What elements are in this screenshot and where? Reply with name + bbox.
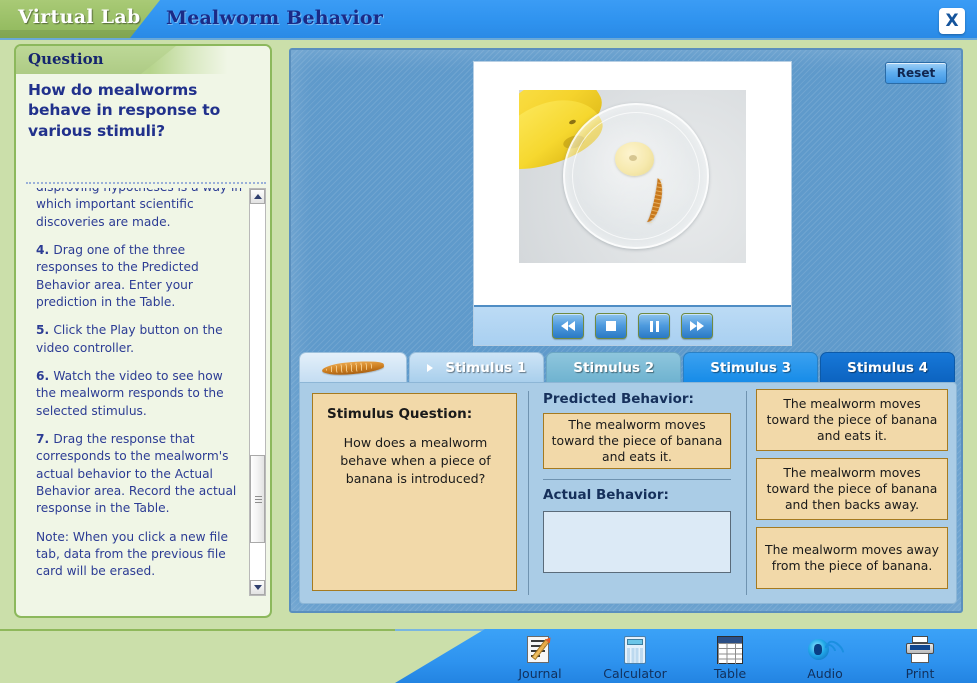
tab-stimulus-1-label: Stimulus 1	[445, 359, 527, 376]
rewind-icon	[561, 321, 575, 331]
response-choice[interactable]: The mealworm moves toward the piece of b…	[756, 458, 948, 520]
instructions-scrollbar[interactable]	[249, 188, 266, 596]
close-icon: X	[945, 10, 959, 31]
table-icon	[717, 635, 743, 665]
table-button[interactable]: Table	[685, 635, 775, 681]
stimulus-question-box: Stimulus Question: How does a mealworm b…	[312, 393, 517, 591]
rewind-button[interactable]	[552, 313, 584, 339]
play-arrow-icon	[427, 363, 434, 372]
audio-icon	[808, 635, 848, 665]
card-divider-left	[528, 391, 529, 595]
banana-slice	[615, 142, 654, 176]
table-label: Table	[713, 666, 747, 681]
print-icon	[906, 635, 934, 665]
app-header: Virtual Lab Mealworm Behavior	[0, 0, 977, 40]
video-frame	[473, 61, 792, 346]
actual-behavior-label: Actual Behavior:	[543, 487, 669, 503]
tab-mealworm-overview[interactable]	[299, 352, 408, 382]
research-question: How do mealworms behave in response to v…	[28, 81, 221, 140]
stimulus-question-text: How does a mealworm behave when a piece …	[340, 435, 491, 486]
calculator-label: Calculator	[603, 666, 667, 681]
question-panel-title: Question	[28, 50, 104, 68]
simulation-panel: Reset Stimulus 1 Stimulus 2 Stimulus 3 S…	[289, 48, 963, 613]
stop-button[interactable]	[595, 313, 627, 339]
video-display	[474, 62, 791, 304]
tab-stimulus-3-label: Stimulus 3	[710, 359, 792, 376]
tab-stimulus-2[interactable]: Stimulus 2	[546, 352, 682, 382]
print-button[interactable]: Print	[875, 635, 965, 681]
pause-button[interactable]	[638, 313, 670, 339]
calculator-button[interactable]: Calculator	[590, 635, 680, 681]
tab-stimulus-2-label: Stimulus 2	[573, 359, 655, 376]
card-divider-right	[746, 391, 747, 595]
journal-icon	[527, 635, 553, 665]
card-divider-horizontal	[543, 479, 731, 480]
stimulus-tab-bar: Stimulus 1 Stimulus 2 Stimulus 3 Stimulu…	[299, 352, 957, 382]
video-controller	[474, 305, 791, 345]
scrollbar-grip-icon	[255, 496, 262, 503]
header-divider	[0, 38, 977, 40]
chevron-down-icon	[253, 585, 262, 590]
instruction-step: Note: When you click a new file tab, dat…	[36, 529, 229, 579]
instruction-step: 4. Drag one of the three responses to th…	[36, 242, 199, 309]
stop-icon	[606, 321, 616, 331]
petri-dish-rim	[572, 112, 700, 240]
audio-button[interactable]: Audio	[780, 635, 870, 681]
fast-forward-button[interactable]	[681, 313, 713, 339]
instruction-step: disproving hypotheses is a way in which …	[36, 188, 242, 229]
tab-stimulus-1[interactable]: Stimulus 1	[409, 352, 545, 382]
audio-label: Audio	[807, 666, 843, 681]
bottom-toolbar: Journal Calculator Table Audio Print	[0, 629, 977, 683]
petri-dish	[563, 103, 709, 249]
instructions-text: disproving hypotheses is a way in which …	[36, 188, 244, 592]
instructions-scroll-area: disproving hypotheses is a way in which …	[26, 188, 266, 596]
stimulus-question-label: Stimulus Question:	[327, 406, 473, 422]
page-title: Mealworm Behavior	[166, 7, 384, 29]
banana-slice-core	[629, 155, 637, 161]
toolbar-items: Journal Calculator Table Audio Print	[495, 635, 965, 683]
response-choice[interactable]: The mealworm moves toward the piece of b…	[756, 389, 948, 451]
pause-icon	[649, 320, 659, 332]
instruction-step: 6. Watch the video to see how the mealwo…	[36, 368, 224, 418]
tab-stimulus-4[interactable]: Stimulus 4	[820, 352, 956, 382]
mealworm-icon	[321, 358, 385, 377]
print-label: Print	[905, 666, 935, 681]
scroll-down-button[interactable]	[250, 580, 265, 595]
scrollbar-thumb[interactable]	[250, 455, 265, 543]
response-choices: The mealworm moves toward the piece of b…	[756, 389, 948, 589]
fast-forward-icon	[690, 321, 704, 331]
calculator-icon	[624, 635, 646, 665]
chevron-up-icon	[253, 194, 262, 199]
tab-stimulus-4-label: Stimulus 4	[847, 359, 928, 376]
predicted-behavior-label: Predicted Behavior:	[543, 391, 694, 407]
close-button[interactable]: X	[939, 8, 965, 34]
file-card: Stimulus Question: How does a mealworm b…	[299, 382, 957, 604]
question-panel: Question How do mealworms behave in resp…	[14, 44, 272, 618]
tab-stimulus-3[interactable]: Stimulus 3	[683, 352, 819, 382]
journal-button[interactable]: Journal	[495, 635, 585, 681]
instruction-step: 5. Click the Play button on the video co…	[36, 323, 223, 355]
journal-label: Journal	[518, 666, 562, 681]
response-choice[interactable]: The mealworm moves away from the piece o…	[756, 527, 948, 589]
experiment-photo	[519, 90, 746, 263]
instruction-step: 7. Drag the response that corresponds to…	[36, 431, 237, 516]
question-divider	[26, 182, 266, 184]
predicted-behavior-dropzone[interactable]: The mealworm moves toward the piece of b…	[543, 413, 731, 469]
brand-label: Virtual Lab	[18, 6, 141, 28]
actual-behavior-dropzone[interactable]	[543, 511, 731, 573]
reset-button[interactable]: Reset	[885, 62, 947, 84]
scroll-up-button[interactable]	[250, 189, 265, 204]
